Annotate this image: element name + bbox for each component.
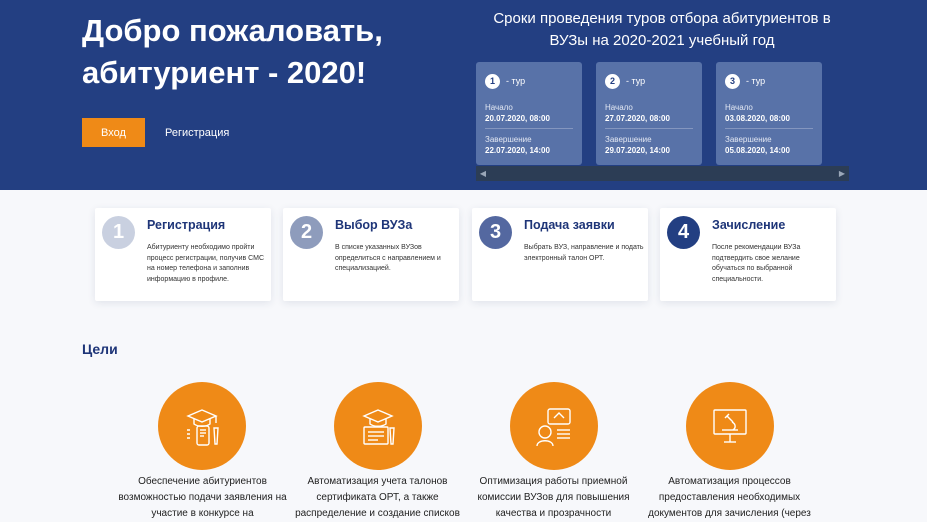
goal-description: Обеспечение абитуриентов возможностью по… — [118, 476, 287, 519]
goal-icon-circle — [158, 382, 246, 470]
tour-end-value: 22.07.2020, 14:00 — [485, 146, 550, 155]
step-title: Регистрация — [147, 218, 226, 232]
tours-title: Сроки проведения туров отбора абитуриент… — [493, 10, 831, 49]
tour-start-value: 20.07.2020, 08:00 — [485, 114, 550, 123]
step-description: Абитуриенту необходимо пройти процесс ре… — [147, 244, 265, 283]
tour-number-badge: 1 — [485, 73, 500, 89]
goal-icon-circle — [510, 382, 598, 470]
scroll-left-arrow-icon[interactable]: ◀ — [476, 166, 490, 181]
goal-icon-circle — [686, 382, 774, 470]
step-description: Выбрать ВУЗ, направление и подать электр… — [524, 244, 644, 262]
tour-number-badge: 2 — [605, 73, 620, 89]
step-card-enrollment: 4 Зачисление После рекомендации ВУЗа под… — [660, 208, 836, 301]
goal-description: Оптимизация работы приемной комиссии ВУЗ… — [477, 476, 630, 519]
graduate-mobile-icon — [186, 409, 219, 446]
tour-label: - тур — [626, 76, 646, 86]
tour-label: - тур — [746, 76, 766, 86]
tour-end-label: Завершение — [725, 135, 772, 144]
step-description: После рекомендации ВУЗа подтвердить свое… — [712, 244, 801, 283]
step-number-circle: 1 — [102, 216, 135, 249]
commission-chat-icon — [536, 408, 571, 447]
graduate-certificate-icon — [362, 409, 395, 445]
step-number-circle: 3 — [479, 216, 512, 249]
tour-start-label: Начало — [725, 103, 753, 112]
tour-card-3: 3 - тур Начало 03.08.2020, 08:00 Заверше… — [716, 62, 822, 165]
tour-start-label: Начало — [485, 103, 513, 112]
step-description: В списке указанных ВУЗов определиться с … — [335, 244, 441, 272]
goal-icon-circle — [334, 382, 422, 470]
step-card-application: 3 Подача заявки Выбрать ВУЗ, направление… — [472, 208, 648, 301]
tour-start-label: Начало — [605, 103, 633, 112]
tour-end-value: 05.08.2020, 14:00 — [725, 146, 790, 155]
step-card-registration: 1 Регистрация Абитуриенту необходимо про… — [95, 208, 271, 301]
tour-divider — [605, 128, 693, 129]
tour-label: - тур — [506, 76, 526, 86]
step-number-circle: 4 — [667, 216, 700, 249]
step-card-university-choice: 2 Выбор ВУЗа В списке указанных ВУЗов оп… — [283, 208, 459, 301]
tour-end-value: 29.07.2020, 14:00 — [605, 146, 670, 155]
tour-divider — [725, 128, 813, 129]
tour-start-value: 27.07.2020, 08:00 — [605, 114, 670, 123]
goals-title: Цели — [82, 341, 118, 357]
tour-start-value: 03.08.2020, 08:00 — [725, 114, 790, 123]
goal-description: Автоматизация процессов предоставления н… — [648, 476, 811, 519]
step-title: Подача заявки — [524, 218, 615, 232]
step-number-circle: 2 — [290, 216, 323, 249]
tour-end-label: Завершение — [485, 135, 532, 144]
tour-card-1: 1 - тур Начало 20.07.2020, 08:00 Заверше… — [476, 62, 582, 165]
tour-number-badge: 3 — [725, 73, 740, 89]
tour-divider — [485, 128, 573, 129]
hero-banner: Добро пожаловать, абитуриент - 2020! Вхо… — [0, 0, 927, 190]
step-title: Зачисление — [712, 218, 786, 232]
goal-description: Автоматизация учета талонов сертификата … — [295, 476, 460, 519]
login-button[interactable]: Вход — [82, 118, 145, 147]
microscope-monitor-icon — [713, 409, 747, 443]
register-link[interactable]: Регистрация — [165, 118, 229, 147]
tour-card-2: 2 - тур Начало 27.07.2020, 08:00 Заверше… — [596, 62, 702, 165]
hero-title: Добро пожаловать, абитуриент - 2020! — [82, 13, 383, 90]
scroll-right-arrow-icon[interactable]: ▶ — [835, 166, 849, 181]
step-title: Выбор ВУЗа — [335, 218, 413, 232]
tour-end-label: Завершение — [605, 135, 652, 144]
tours-scrollbar[interactable]: ◀ ▶ — [476, 166, 849, 181]
